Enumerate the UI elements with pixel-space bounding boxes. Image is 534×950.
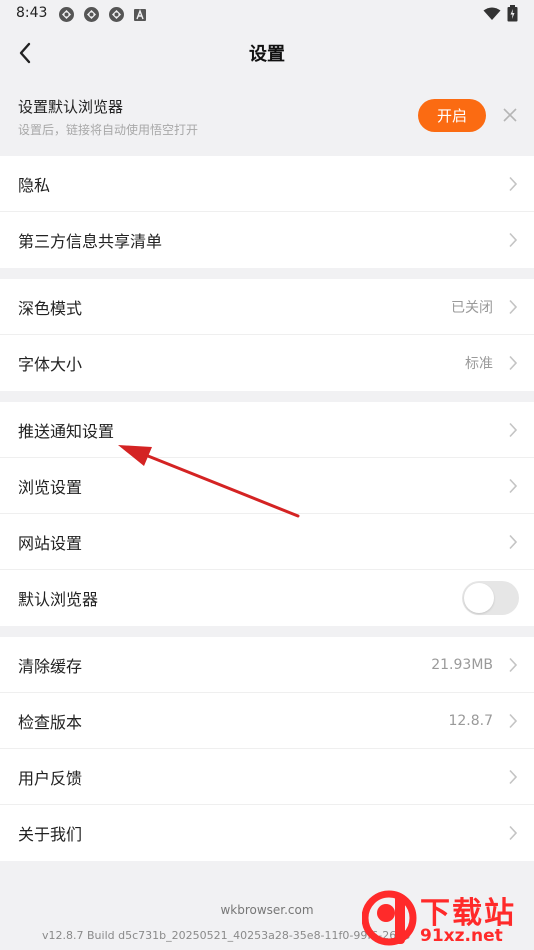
row-value: 已关闭 (451, 299, 493, 316)
row-site-settings[interactable]: 网站设置 (0, 514, 534, 570)
footer-build-info: v12.8.7 Build d5c731b_20250521_40253a28-… (42, 929, 411, 942)
banner-title: 设置默认浏览器 (18, 98, 124, 116)
default-browser-toggle[interactable] (462, 581, 519, 615)
row-label: 默认浏览器 (18, 590, 99, 609)
row-label: 隐私 (18, 175, 51, 195)
row-push-notifications[interactable]: 推送通知设置 (0, 402, 534, 458)
row-value: 21.93MB (431, 656, 493, 673)
default-browser-banner: 设置默认浏览器 设置后，链接将自动使用悟空打开 开启 (0, 77, 534, 155)
status-time: 8:43 (16, 5, 48, 21)
row-label: 用户反馈 (18, 768, 83, 788)
page-title: 设置 (249, 44, 285, 65)
settings-group-about: 清除缓存 21.93MB 检查版本 12.8.7 用户反馈 关于我们 (0, 637, 534, 861)
row-check-version[interactable]: 检查版本 12.8.7 (0, 693, 534, 749)
chevron-right-icon (509, 769, 518, 784)
app-notification-icon (59, 7, 74, 22)
site-watermark: 下载站 91xz.net (362, 888, 534, 950)
row-value: 标准 (465, 356, 493, 372)
row-label: 字体大小 (18, 355, 83, 374)
row-browsing-settings[interactable]: 浏览设置 (0, 458, 534, 514)
chevron-right-icon (509, 299, 518, 314)
battery-icon (507, 5, 518, 22)
banner-subtitle: 设置后，链接将自动使用悟空打开 (18, 123, 199, 137)
watermark-logo-icon (362, 890, 417, 946)
chevron-right-icon (509, 422, 518, 437)
row-about-us[interactable]: 关于我们 (0, 805, 534, 861)
chevron-right-icon (509, 355, 518, 371)
wifi-icon (483, 7, 501, 20)
row-label: 检查版本 (18, 712, 83, 732)
row-label: 深色模式 (18, 298, 83, 318)
chevron-right-icon (509, 534, 518, 549)
row-dark-mode[interactable]: 深色模式 已关闭 (0, 279, 534, 335)
status-bar: 8:43 (0, 0, 534, 28)
row-feedback[interactable]: 用户反馈 (0, 749, 534, 805)
row-font-size[interactable]: 字体大小 标准 (0, 335, 534, 391)
row-value: 12.8.7 (448, 712, 493, 729)
chevron-right-icon (509, 232, 518, 248)
chevron-right-icon (509, 478, 518, 493)
chevron-right-icon (509, 176, 518, 191)
a-box-icon (134, 8, 146, 21)
settings-group-display: 深色模式 已关闭 字体大小 标准 (0, 279, 534, 391)
notification-icons (58, 6, 147, 23)
row-label: 推送通知设置 (18, 421, 115, 441)
chevron-right-icon (509, 713, 518, 728)
row-clear-cache[interactable]: 清除缓存 21.93MB (0, 637, 534, 693)
row-third-party-sharing[interactable]: 第三方信息共享清单 (0, 212, 534, 268)
chevron-right-icon (509, 657, 518, 672)
watermark-domain: 91xz.net (420, 926, 503, 946)
row-privacy[interactable]: 隐私 (0, 156, 534, 212)
toggle-knob (464, 583, 494, 613)
row-label: 第三方信息共享清单 (18, 232, 163, 251)
enable-button[interactable]: 开启 (418, 99, 486, 132)
row-label: 网站设置 (18, 533, 83, 553)
row-label: 浏览设置 (18, 477, 83, 497)
close-icon (503, 108, 517, 122)
close-banner-button[interactable] (500, 105, 520, 125)
system-icons (483, 5, 518, 22)
row-label: 关于我们 (18, 825, 83, 844)
title-bar: 设置 (0, 28, 534, 76)
chevron-right-icon (509, 825, 518, 841)
settings-group-privacy: 隐私 第三方信息共享清单 (0, 156, 534, 268)
row-default-browser: 默认浏览器 (0, 570, 534, 626)
row-label: 清除缓存 (18, 656, 83, 676)
app-notification-icon (84, 7, 99, 22)
settings-group-browsing: 推送通知设置 浏览设置 网站设置 默认浏览器 (0, 402, 534, 626)
app-notification-icon (109, 7, 124, 22)
